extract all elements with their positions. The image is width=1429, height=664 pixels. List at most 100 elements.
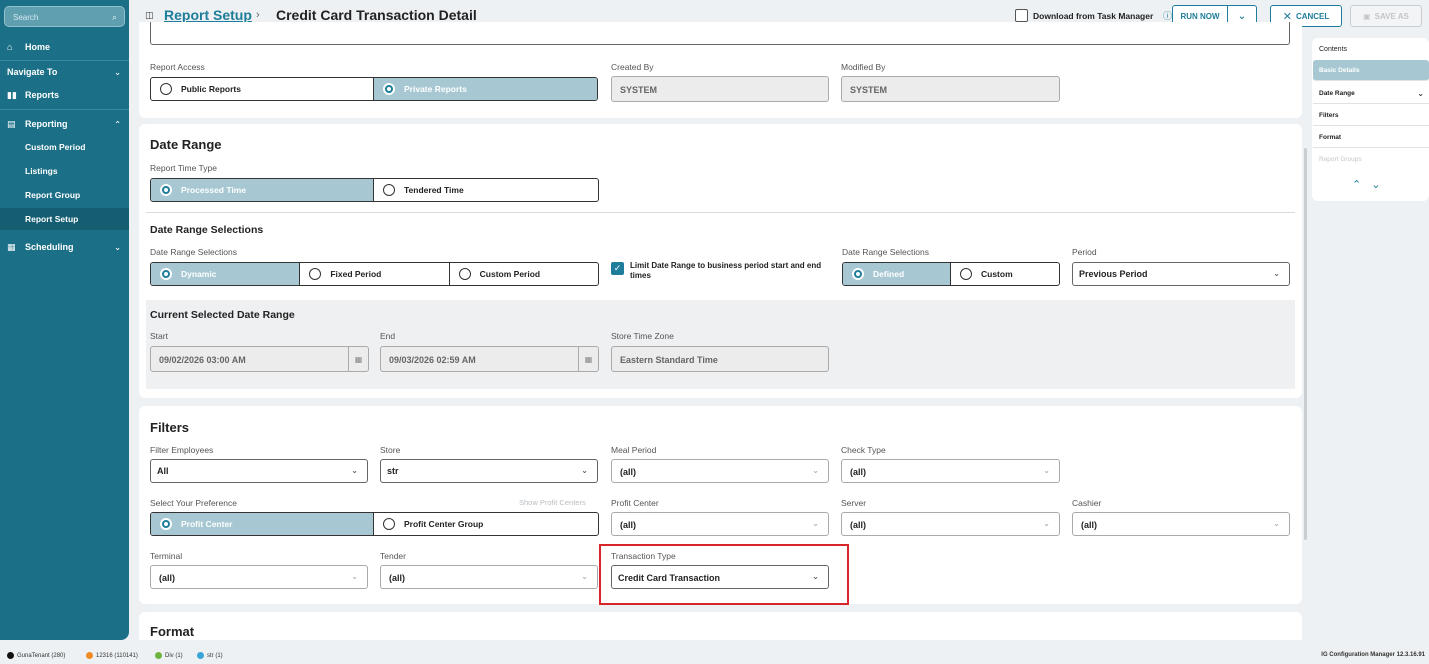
start-label: Start bbox=[150, 331, 168, 341]
server-select[interactable]: (all) ⌄ bbox=[841, 512, 1060, 536]
modified-by-value: SYSTEM bbox=[850, 85, 888, 95]
check-type-value: (all) bbox=[850, 467, 867, 477]
contents-item-basic-details[interactable]: Basic Details bbox=[1313, 60, 1429, 81]
download-label: Download from Task Manager bbox=[1033, 11, 1154, 21]
tenant-icon bbox=[7, 652, 14, 659]
status-div[interactable]: Div (1) bbox=[155, 652, 183, 659]
chevron-down-icon: ⌄ bbox=[812, 466, 819, 475]
check-type-label: Check Type bbox=[841, 445, 886, 455]
private-reports-option[interactable]: Private Reports bbox=[374, 78, 597, 100]
dynamic-option[interactable]: Dynamic bbox=[151, 263, 301, 285]
filter-employees-value: All bbox=[157, 466, 169, 476]
profit-center-group-option[interactable]: Profit Center Group bbox=[374, 513, 598, 535]
contents-item-report-groups[interactable]: Report Groups bbox=[1313, 149, 1429, 170]
contents-item-format[interactable]: Format bbox=[1313, 127, 1429, 148]
profit-center-value: (all) bbox=[620, 520, 637, 530]
enterprise-icon bbox=[86, 652, 93, 659]
period-value: Previous Period bbox=[1079, 269, 1148, 279]
sidebar-item-navigate-to[interactable]: Navigate To ⌄ bbox=[0, 66, 129, 78]
info-icon[interactable]: ⓘ bbox=[1163, 9, 1172, 22]
sidebar-item-scheduling[interactable]: ▦ Scheduling ⌄ bbox=[0, 241, 129, 253]
save-as-button[interactable]: ▣ SAVE AS bbox=[1350, 5, 1422, 27]
scrollbar[interactable] bbox=[1304, 148, 1307, 540]
period-select[interactable]: Previous Period ⌄ bbox=[1072, 262, 1290, 286]
contents-item-label: Date Range bbox=[1319, 89, 1355, 97]
time-zone-value: Eastern Standard Time bbox=[620, 355, 718, 365]
limit-label: Limit Date Range to business period star… bbox=[630, 261, 822, 280]
chevron-up-icon: ⌃ bbox=[114, 119, 121, 129]
contents-panel: Contents Basic Details Date Range ⌄ Filt… bbox=[1312, 38, 1429, 201]
sidebar-item-reporting[interactable]: ▤ Reporting ⌃ bbox=[0, 118, 129, 130]
radio-icon bbox=[309, 268, 322, 280]
contents-item-label: Basic Details bbox=[1319, 66, 1360, 74]
sidebar-item-report-group[interactable]: Report Group bbox=[25, 190, 80, 200]
processed-time-option[interactable]: Processed Time bbox=[151, 179, 374, 201]
status-store[interactable]: str (1) bbox=[197, 652, 223, 659]
option-label: Profit Center Group bbox=[404, 519, 484, 529]
section-title: Date Range bbox=[150, 137, 222, 152]
store-select[interactable]: str ⌄ bbox=[380, 459, 598, 483]
cashier-select[interactable]: (all) ⌄ bbox=[1072, 512, 1290, 536]
tender-label: Tender bbox=[380, 551, 406, 561]
profit-center-select[interactable]: (all) ⌄ bbox=[611, 512, 829, 536]
sidebar-item-home[interactable]: ⌂ Home bbox=[0, 40, 129, 54]
modified-by-label: Modified By bbox=[841, 62, 886, 72]
status-enterprise[interactable]: 12316 (110141) bbox=[86, 652, 138, 659]
chevron-down-icon[interactable]: ⌄ bbox=[1417, 89, 1424, 98]
sidebar-search-input[interactable]: Search ⌕ bbox=[4, 6, 125, 27]
meal-period-select[interactable]: (all) ⌄ bbox=[611, 459, 829, 483]
search-icon[interactable]: ⌕ bbox=[112, 12, 117, 23]
contents-item-filters[interactable]: Filters bbox=[1313, 105, 1429, 126]
option-label: Tendered Time bbox=[404, 185, 464, 195]
meal-period-label: Meal Period bbox=[611, 445, 657, 455]
breadcrumb-link[interactable]: Report Setup bbox=[164, 7, 252, 23]
chevron-down-icon: ⌄ bbox=[1043, 519, 1050, 528]
option-label: Defined bbox=[873, 269, 905, 279]
period-label: Period bbox=[1072, 247, 1097, 257]
sidebar-item-listings[interactable]: Listings bbox=[25, 166, 58, 176]
sidebar-toggle-icon[interactable]: ◫ bbox=[145, 10, 154, 21]
filter-employees-select[interactable]: All ⌄ bbox=[150, 459, 368, 483]
bar-chart-icon: ▮▮ bbox=[7, 89, 17, 100]
preference-label: Select Your Preference bbox=[150, 498, 237, 508]
tender-select[interactable]: (all) ⌄ bbox=[380, 565, 598, 589]
chevron-down-icon[interactable]: ⌄ bbox=[1371, 179, 1390, 191]
defined-option[interactable]: Defined bbox=[843, 263, 951, 285]
cancel-label: CANCEL bbox=[1295, 11, 1330, 21]
profit-center-option[interactable]: Profit Center bbox=[151, 513, 374, 535]
contents-item-date-range[interactable]: Date Range ⌄ bbox=[1313, 83, 1429, 104]
description-field[interactable] bbox=[150, 22, 1290, 45]
radio-icon bbox=[160, 83, 172, 95]
date-range-panel: Date Range Report Time Type Processed Ti… bbox=[139, 124, 1302, 398]
chevron-down-icon: ⌄ bbox=[812, 519, 819, 528]
chevron-down-icon: ⌄ bbox=[1043, 466, 1050, 475]
sidebar-item-reports[interactable]: ▮▮ Reports bbox=[0, 89, 129, 101]
save-icon: ▣ bbox=[1363, 11, 1371, 21]
radio-icon bbox=[960, 268, 972, 280]
chevron-down-icon: ⌄ bbox=[114, 242, 121, 252]
custom-option[interactable]: Custom bbox=[951, 263, 1059, 285]
check-type-select[interactable]: (all) ⌄ bbox=[841, 459, 1060, 483]
custom-period-option[interactable]: Custom Period bbox=[450, 263, 598, 285]
subsection-title: Date Range Selections bbox=[150, 224, 264, 236]
radio-selected-icon bbox=[383, 83, 395, 95]
divider bbox=[0, 109, 129, 110]
show-profit-centers-link[interactable]: Show Profit Centers bbox=[519, 498, 586, 507]
limit-checkbox[interactable]: ✓ bbox=[611, 262, 624, 275]
download-checkbox[interactable] bbox=[1015, 9, 1028, 22]
option-label: Profit Center bbox=[181, 519, 233, 529]
sidebar-item-report-setup[interactable]: Report Setup bbox=[25, 214, 78, 224]
sidebar-item-custom-period[interactable]: Custom Period bbox=[25, 142, 85, 152]
terminal-select[interactable]: (all) ⌄ bbox=[150, 565, 368, 589]
fixed-period-option[interactable]: Fixed Period bbox=[300, 263, 450, 285]
chevron-up-icon[interactable]: ⌃ bbox=[1352, 179, 1371, 191]
created-by-label: Created By bbox=[611, 62, 654, 72]
status-tenant[interactable]: GunaTenant (280) bbox=[7, 652, 65, 659]
public-reports-option[interactable]: Public Reports bbox=[151, 78, 374, 100]
calendar-icon: ▦ bbox=[7, 241, 16, 252]
tendered-time-option[interactable]: Tendered Time bbox=[374, 179, 598, 201]
close-icon: ✕ bbox=[1282, 10, 1292, 23]
option-label: Processed Time bbox=[181, 185, 247, 195]
sidebar-item-label: Home bbox=[25, 42, 51, 52]
profit-center-label: Profit Center bbox=[611, 498, 659, 508]
